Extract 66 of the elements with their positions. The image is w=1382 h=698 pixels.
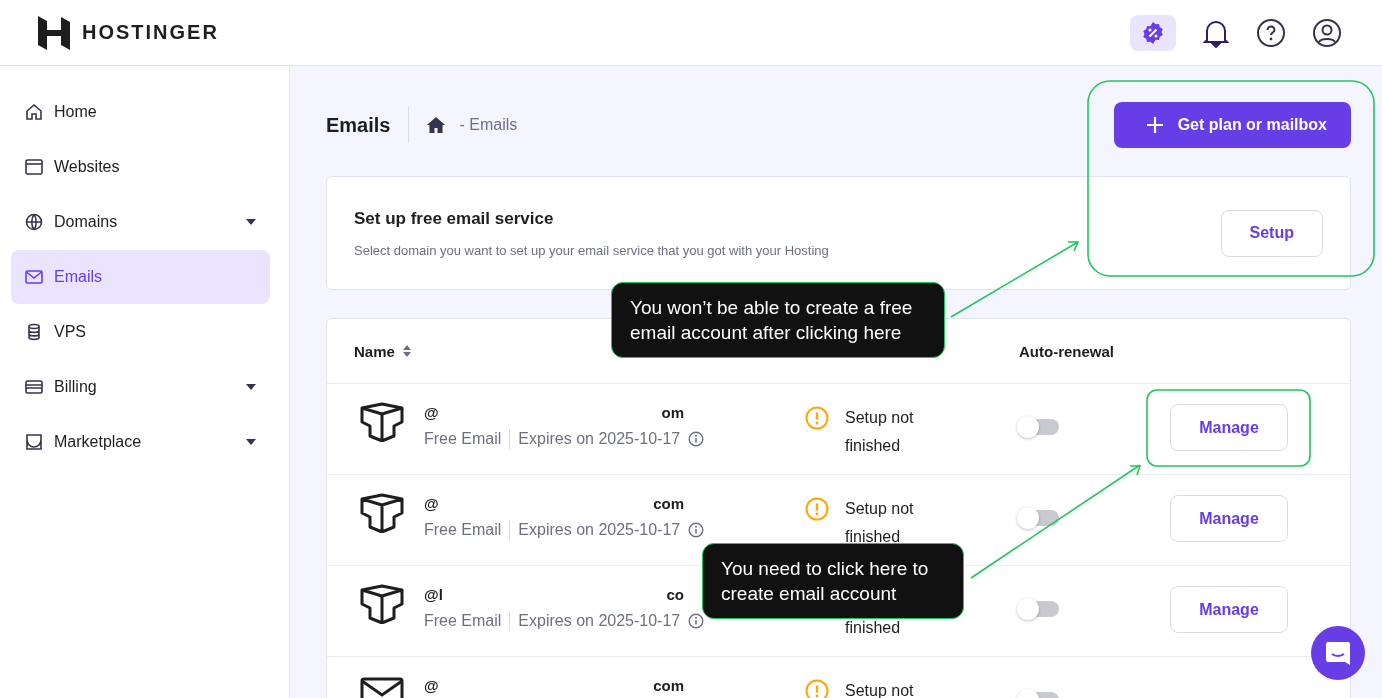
info-icon[interactable]: [688, 613, 705, 629]
chat-icon: [1324, 639, 1352, 667]
info-icon[interactable]: [688, 431, 705, 447]
sidebar-item[interactable]: VPS: [11, 305, 270, 359]
expiry-date: Expires on 2025-10-17: [518, 521, 681, 539]
get-plan-button[interactable]: Get plan or mailbox: [1113, 102, 1351, 148]
annotation-callout: You won’t be able to create a free email account after clicking here: [611, 282, 945, 358]
plan-label: Free Email: [424, 521, 502, 539]
card-description: Select domain you want to set up your email service that you got with your Hosting: [354, 242, 829, 258]
credit-card-icon: [24, 377, 44, 397]
auto-renewal-toggle[interactable]: [1019, 419, 1059, 435]
envelope-icon: [24, 267, 44, 287]
plan-label: Free Email: [424, 612, 502, 630]
email-address-start: @: [424, 677, 439, 694]
auto-renewal-toggle[interactable]: [1019, 510, 1059, 526]
box-logo-icon: [360, 493, 404, 533]
box-logo-icon: [360, 402, 404, 442]
sidebar-item[interactable]: Websites: [11, 140, 270, 194]
caret-icon: [246, 219, 256, 225]
sidebar-item[interactable]: Billing: [11, 360, 270, 414]
email-address-start: @: [424, 404, 439, 421]
setup-button[interactable]: Setup: [1220, 209, 1323, 257]
annotation-callout: You need to click here to create email account: [702, 543, 964, 619]
plan-label: Free Email: [424, 430, 502, 448]
sidebar-item[interactable]: Domains: [11, 195, 270, 249]
email-address-end: com: [653, 677, 684, 694]
sort-icon[interactable]: [402, 345, 411, 357]
plus-icon: [1145, 116, 1164, 134]
browser-window-icon: [24, 157, 44, 177]
sidebar-item[interactable]: Home: [11, 85, 270, 139]
setup-status: finished: [845, 618, 902, 638]
warning-icon: [805, 679, 829, 698]
manage-button[interactable]: Manage: [1170, 586, 1288, 633]
email-address-start: @: [424, 495, 439, 512]
warning-icon: [805, 497, 829, 521]
discount-icon[interactable]: [1130, 14, 1176, 51]
logo-text: HOSTINGER: [82, 21, 219, 44]
expiry-date: Expires on 2025-10-17: [518, 430, 681, 448]
auto-renewal-toggle[interactable]: [1019, 601, 1059, 617]
logo-icon: [38, 15, 70, 50]
box-logo-icon: [360, 584, 404, 624]
caret-icon: [246, 384, 256, 390]
info-icon[interactable]: [688, 522, 705, 538]
email-address-end: co: [666, 586, 684, 603]
manage-button[interactable]: Manage: [1170, 495, 1288, 542]
email-address-end: om: [661, 404, 684, 421]
expiry-date: Expires on 2025-10-17: [518, 612, 681, 630]
page-title: Emails: [326, 113, 391, 137]
column-header: Auto-renewal: [1019, 342, 1114, 360]
manage-button[interactable]: Manage: [1170, 404, 1288, 451]
home-icon: [24, 102, 44, 122]
home-icon[interactable]: [427, 117, 446, 133]
card-title: Set up free email service: [354, 208, 555, 229]
email-address-start: @l: [424, 586, 443, 603]
profile-icon[interactable]: [1312, 17, 1342, 48]
sidebar-item[interactable]: Marketplace: [11, 415, 270, 469]
setup-status: Setup not finished: [845, 408, 915, 456]
caret-icon: [246, 439, 256, 445]
breadcrumb: - Emails: [459, 116, 519, 134]
warning-icon: [805, 406, 829, 430]
store-icon: [24, 432, 44, 452]
column-header[interactable]: Name: [354, 342, 395, 360]
help-icon[interactable]: [1256, 17, 1286, 48]
email-address-end: com: [653, 495, 684, 512]
sidebar-item[interactable]: Emails: [11, 250, 270, 304]
globe-icon: [24, 212, 44, 232]
